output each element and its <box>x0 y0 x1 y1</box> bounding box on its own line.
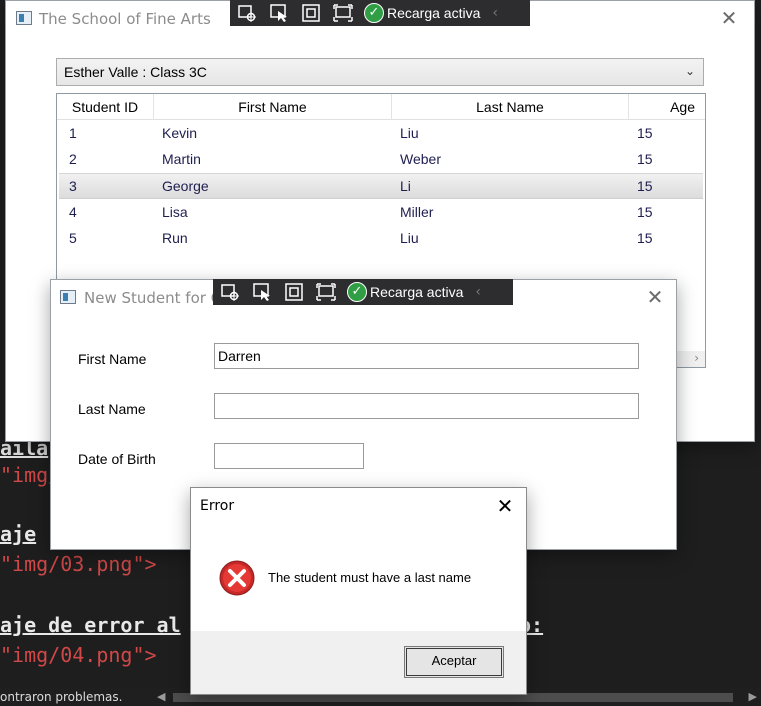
cell-age: 15 <box>637 151 653 167</box>
table-row[interactable]: 5 Run Liu 15 <box>59 226 703 252</box>
cell-last-name: Weber <box>400 151 441 167</box>
error-titlebar[interactable]: Error ✕ <box>191 488 526 522</box>
scroll-left-icon[interactable]: ◀ <box>157 690 165 703</box>
editor-line: "img/03.png"> <box>0 552 157 576</box>
display-layout-icon[interactable] <box>315 281 337 303</box>
last-name-field[interactable] <box>214 393 639 419</box>
first-name-label: First Name <box>78 351 147 367</box>
cell-student-id: 1 <box>69 125 77 141</box>
table-row[interactable]: 2 Martin Weber 15 <box>59 147 703 173</box>
column-header-student-id[interactable]: Student ID <box>57 94 154 120</box>
cell-student-id: 4 <box>69 204 77 220</box>
editor-line: aje <box>0 522 37 546</box>
class-selector[interactable]: Esther Valle : Class 3C ⌄ <box>56 58 704 86</box>
chevron-right-icon[interactable]: › <box>694 351 699 365</box>
collapse-toolbar-icon[interactable]: ‹ <box>475 284 481 300</box>
dob-label: Date of Birth <box>78 451 156 467</box>
pointer-icon[interactable] <box>268 2 290 24</box>
table-row-selected[interactable]: 3 George Li 15 <box>59 173 703 199</box>
column-header-first-name[interactable]: First Name <box>154 94 392 120</box>
cell-first-name: Kevin <box>162 125 198 141</box>
cell-first-name: Lisa <box>162 204 188 220</box>
app-icon <box>16 11 32 25</box>
cell-last-name: Liu <box>400 230 419 246</box>
cell-age: 15 <box>637 204 653 220</box>
cell-first-name: Martin <box>162 151 201 167</box>
editor-line: "img/04.png"> <box>0 643 157 667</box>
frame-icon[interactable] <box>300 2 322 24</box>
dob-field[interactable] <box>214 443 364 469</box>
cell-first-name: George <box>162 178 209 194</box>
error-dialog: Error ✕ The student must have a last nam… <box>190 487 527 695</box>
scroll-right-icon[interactable]: ▶ <box>749 690 757 703</box>
hot-reload-check-icon: ✓ <box>364 3 384 23</box>
error-message: The student must have a last name <box>268 570 472 585</box>
cell-last-name: Li <box>400 178 411 194</box>
table-row[interactable]: 1 Kevin Liu 15 <box>59 121 703 147</box>
close-icon[interactable]: ✕ <box>494 495 516 517</box>
chevron-down-icon: ⌄ <box>684 64 695 78</box>
cell-student-id: 3 <box>69 178 77 194</box>
app-icon <box>60 290 76 304</box>
close-icon[interactable]: ✕ <box>644 286 666 308</box>
close-icon[interactable]: ✕ <box>718 7 740 29</box>
hot-reload-check-icon: ✓ <box>347 282 367 302</box>
window-title: New Student for Cla <box>84 289 235 307</box>
column-header-last-name[interactable]: Last Name <box>392 94 629 120</box>
hot-reload-label[interactable]: Recarga activa <box>387 5 480 21</box>
cell-student-id: 2 <box>69 151 77 167</box>
cell-last-name: Miller <box>400 204 434 220</box>
dialog-title: Error <box>200 498 235 514</box>
display-layout-icon[interactable] <box>332 2 354 24</box>
select-element-icon[interactable] <box>236 2 258 24</box>
select-element-icon[interactable] <box>219 281 241 303</box>
frame-icon[interactable] <box>283 281 305 303</box>
editor-line: aje de error al <box>0 613 181 637</box>
cell-age: 15 <box>637 125 653 141</box>
first-name-field[interactable]: Darren <box>214 343 639 369</box>
column-header-age[interactable]: Age <box>629 94 705 120</box>
cell-age: 15 <box>637 230 653 246</box>
collapse-toolbar-icon[interactable]: ‹ <box>492 5 498 21</box>
accept-button[interactable]: Aceptar <box>404 646 504 678</box>
debug-toolbar: ✓ Recarga activa ‹ <box>213 279 513 305</box>
status-text: ontraron problemas. <box>0 690 123 704</box>
cell-age: 15 <box>637 178 653 194</box>
pointer-icon[interactable] <box>251 281 273 303</box>
error-icon <box>219 560 255 596</box>
last-name-label: Last Name <box>78 401 146 417</box>
grid-header: Student ID First Name Last Name Age <box>57 94 705 120</box>
window-title: The School of Fine Arts <box>39 10 211 28</box>
debug-toolbar: ✓ Recarga activa ‹ <box>230 0 530 26</box>
table-row[interactable]: 4 Lisa Miller 15 <box>59 200 703 226</box>
cell-first-name: Run <box>162 230 188 246</box>
hot-reload-label[interactable]: Recarga activa <box>370 284 463 300</box>
cell-last-name: Liu <box>400 125 419 141</box>
cell-student-id: 5 <box>69 230 77 246</box>
class-selector-value: Esther Valle : Class 3C <box>64 64 207 80</box>
